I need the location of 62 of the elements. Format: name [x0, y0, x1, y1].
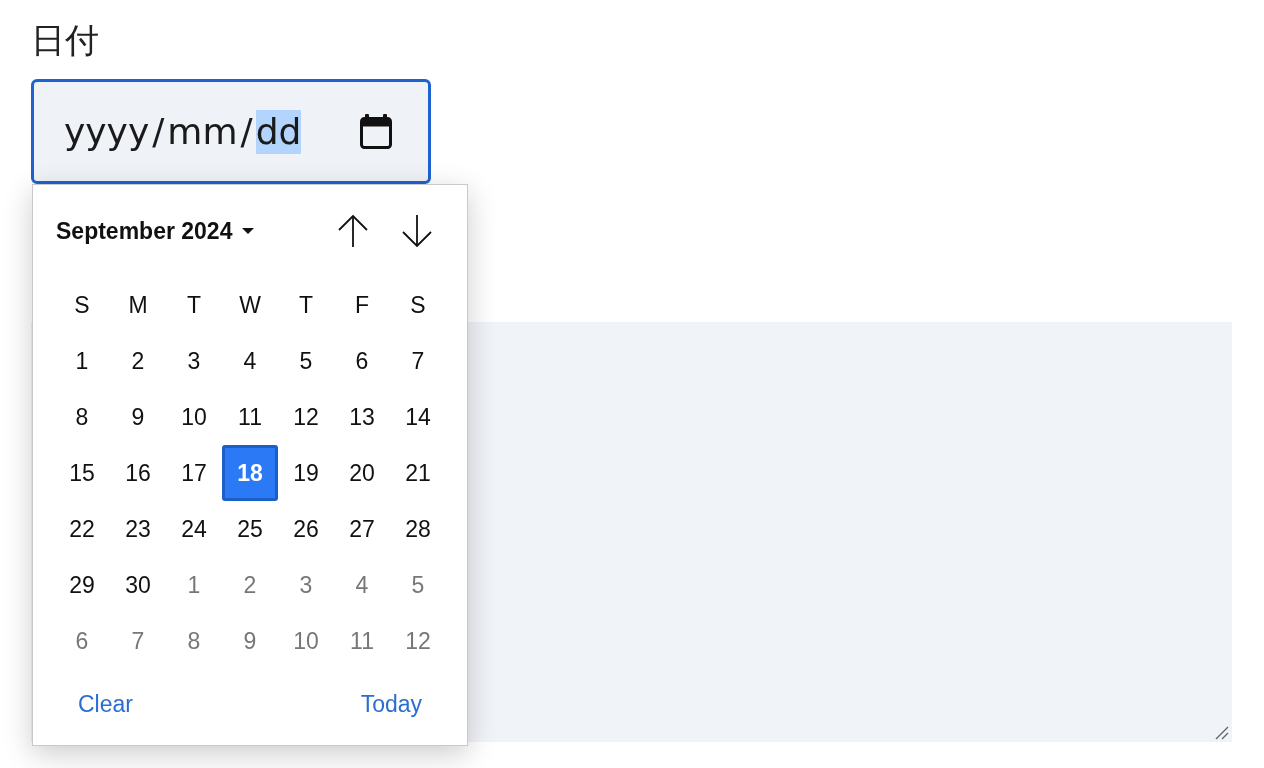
date-separator: /	[151, 109, 166, 154]
weekday-label: M	[128, 290, 148, 320]
day-cell[interactable]: 6	[334, 333, 390, 389]
day-cell[interactable]: 2	[110, 333, 166, 389]
weekday-label: S	[74, 290, 90, 320]
day-cell[interactable]: 25	[222, 501, 278, 557]
day-cell[interactable]: 11	[222, 389, 278, 445]
day-cell[interactable]: 28	[390, 501, 446, 557]
day-cell[interactable]: 7	[390, 333, 446, 389]
date-separator: /	[239, 109, 254, 154]
day-cell[interactable]: 30	[110, 557, 166, 613]
day-cell[interactable]: 29	[54, 557, 110, 613]
day-cell[interactable]: 17	[166, 445, 222, 501]
day-cell[interactable]: 11	[334, 613, 390, 669]
date-segment[interactable]: mm	[167, 109, 238, 154]
day-cell[interactable]: 12	[390, 613, 446, 669]
day-cell[interactable]: 14	[390, 389, 446, 445]
day-cell[interactable]: 19	[278, 445, 334, 501]
day-cell[interactable]: 1	[166, 557, 222, 613]
day-cell[interactable]: 20	[334, 445, 390, 501]
date-segment[interactable]: dd	[255, 109, 302, 154]
day-cell[interactable]: 9	[222, 613, 278, 669]
clear-button[interactable]: Clear	[70, 687, 141, 722]
field-label: 日付	[31, 19, 99, 62]
day-cell[interactable]: 7	[110, 613, 166, 669]
day-cell[interactable]: 16	[110, 445, 166, 501]
day-cell[interactable]: 10	[166, 389, 222, 445]
month-year-button[interactable]: September 2024	[56, 213, 255, 249]
day-cell[interactable]: 18	[222, 445, 278, 501]
day-cell[interactable]: 24	[166, 501, 222, 557]
weekday-label: T	[298, 290, 314, 320]
day-cell[interactable]: 3	[166, 333, 222, 389]
day-cell[interactable]: 3	[278, 557, 334, 613]
day-cell[interactable]: 4	[334, 557, 390, 613]
weekday-label: T	[186, 290, 202, 320]
day-cell[interactable]: 9	[110, 389, 166, 445]
day-cell[interactable]: 22	[54, 501, 110, 557]
day-cell[interactable]: 27	[334, 501, 390, 557]
today-button[interactable]: Today	[352, 687, 430, 722]
day-cell[interactable]: 6	[54, 613, 110, 669]
day-cell[interactable]: 12	[278, 389, 334, 445]
day-cell[interactable]: 26	[278, 501, 334, 557]
weekday-label: F	[354, 290, 370, 320]
day-cell[interactable]: 8	[166, 613, 222, 669]
weekday-label: W	[239, 290, 261, 320]
day-cell[interactable]: 13	[334, 389, 390, 445]
day-cell[interactable]: 4	[222, 333, 278, 389]
calendar-icon[interactable]	[360, 114, 392, 149]
day-cell[interactable]: 2	[222, 557, 278, 613]
day-cell[interactable]: 15	[54, 445, 110, 501]
caret-icon	[242, 228, 255, 234]
day-cell[interactable]: 23	[110, 501, 166, 557]
resize-handle-icon[interactable]	[1215, 726, 1229, 740]
date-field[interactable]: yyyy/mm/dd	[31, 79, 431, 184]
date-segment[interactable]: yyyy	[64, 109, 150, 154]
weekday-label: S	[410, 290, 426, 320]
day-cell[interactable]: 8	[54, 389, 110, 445]
day-cell[interactable]: 10	[278, 613, 334, 669]
day-cell[interactable]: 5	[390, 557, 446, 613]
day-cell[interactable]: 5	[278, 333, 334, 389]
day-cell[interactable]: 1	[54, 333, 110, 389]
day-cell[interactable]: 21	[390, 445, 446, 501]
